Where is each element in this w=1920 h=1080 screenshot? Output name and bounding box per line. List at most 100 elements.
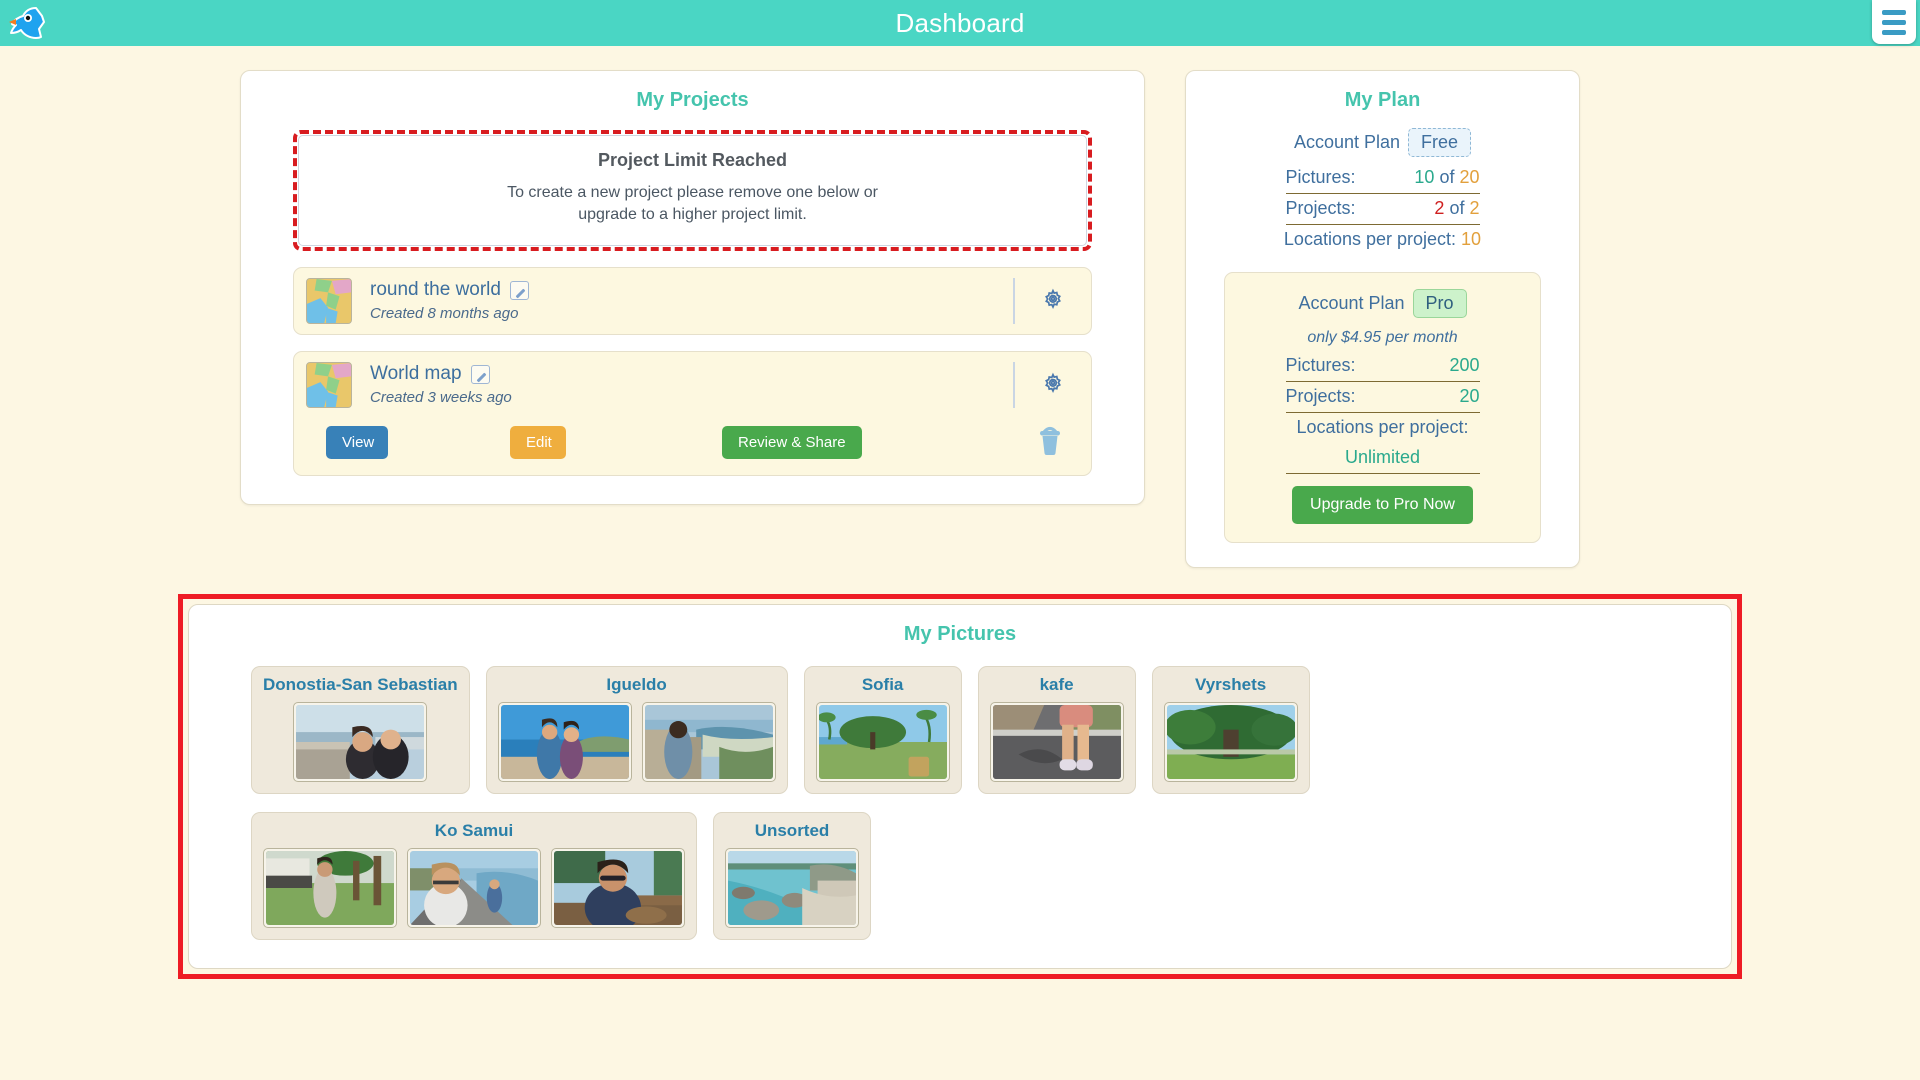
hamburger-menu-icon[interactable] — [1872, 0, 1916, 44]
pictures-row-2: Ko Samui Unsorted — [189, 794, 1731, 940]
picture-thumbnail[interactable] — [263, 848, 397, 928]
picture-thumbnail[interactable] — [293, 702, 428, 782]
project-info: round the world Created 8 months ago — [370, 279, 1013, 322]
picture-thumbnail[interactable] — [989, 702, 1124, 782]
free-pictures-label: Pictures: — [1285, 167, 1356, 187]
picture-group-title[interactable]: Sofia — [862, 675, 904, 695]
bird-logo-icon[interactable] — [6, 2, 52, 48]
my-plan-title: My Plan — [1344, 89, 1421, 111]
picture-group-title[interactable]: Igueldo — [606, 675, 666, 695]
pro-locations-label: Locations per project: — [1296, 417, 1469, 437]
view-button[interactable]: View — [326, 425, 388, 459]
picture-group[interactable]: Ko Samui — [251, 812, 697, 940]
pictures-row-1: Donostia-San Sebastian Igueldo Sofia kaf… — [189, 656, 1731, 794]
picture-group-title[interactable]: Vyrshets — [1195, 675, 1266, 695]
pro-account-plan-row: Account Plan Pro — [1225, 283, 1540, 324]
picture-thumbnails — [815, 702, 950, 782]
project-row[interactable]: World map Created 3 weeks ago — [294, 352, 1091, 418]
pencil-edit-icon[interactable] — [470, 364, 490, 384]
picture-thumbnails — [1163, 702, 1298, 782]
review-share-button[interactable]: Review & Share — [722, 425, 862, 459]
free-projects-value: 2 of 2 — [1434, 198, 1479, 219]
my-pictures-highlight-frame: My Pictures Donostia-San Sebastian Iguel… — [178, 594, 1742, 979]
pro-locations-value: Unlimited — [1344, 447, 1421, 467]
upgrade-to-pro-button[interactable]: Upgrade to Pro Now — [1292, 486, 1473, 524]
pro-projects-value: 20 — [1459, 386, 1480, 406]
project-name[interactable]: round the world — [370, 279, 501, 301]
free-projects-total: 2 — [1469, 198, 1480, 218]
gear-settings-icon[interactable] — [1013, 277, 1091, 324]
pro-pictures-value: 200 — [1449, 355, 1480, 375]
picture-group[interactable]: Sofia — [803, 666, 962, 794]
picture-thumbnails — [725, 848, 859, 928]
project-row[interactable]: round the world Created 8 months ago — [294, 268, 1091, 334]
pro-projects-label: Projects: — [1285, 386, 1356, 406]
free-account-plan-label: Account Plan — [1293, 132, 1401, 152]
free-projects-of: of — [1449, 198, 1465, 218]
my-projects-title: My Projects — [636, 89, 749, 111]
free-projects-row: Projects: 2 of 2 — [1285, 194, 1480, 225]
picture-group-title[interactable]: Ko Samui — [435, 821, 513, 841]
free-pictures-value: 10 of 20 — [1414, 167, 1479, 188]
project-item[interactable]: round the world Created 8 months ago — [293, 266, 1092, 335]
project-name-row: World map — [370, 363, 1013, 385]
picture-group[interactable]: kafe — [977, 666, 1136, 794]
project-limit-line-2: upgrade to a higher project limit. — [578, 206, 807, 224]
picture-group[interactable]: Unsorted — [713, 812, 871, 940]
free-locations-label: Locations per project: — [1283, 229, 1457, 249]
project-item[interactable]: World map Created 3 weeks ago View Edit … — [293, 350, 1092, 476]
menu-bar-2 — [1882, 19, 1906, 25]
free-pictures-row: Pictures: 10 of 20 — [1285, 163, 1480, 194]
project-name[interactable]: World map — [370, 363, 462, 385]
pencil-edit-icon[interactable] — [509, 280, 529, 300]
world-map-thumbnail[interactable] — [306, 361, 352, 408]
free-plan-chip[interactable]: Free — [1408, 128, 1472, 157]
picture-thumbnails — [293, 702, 428, 782]
pro-locations-label-row: Locations per project: — [1286, 413, 1480, 443]
free-pictures-used: 10 — [1414, 167, 1435, 187]
picture-group-title[interactable]: Donostia-San Sebastian — [263, 675, 458, 695]
pro-plan-chip[interactable]: Pro — [1412, 289, 1467, 318]
free-projects-used: 2 — [1434, 198, 1445, 218]
trash-delete-icon[interactable] — [1035, 424, 1065, 461]
picture-group[interactable]: Donostia-San Sebastian — [251, 666, 470, 794]
project-actions: View Edit Review & Share — [294, 418, 1091, 475]
world-map-thumbnail[interactable] — [306, 277, 352, 324]
pro-pictures-label: Pictures: — [1285, 355, 1356, 375]
picture-thumbnail[interactable] — [725, 848, 859, 928]
plan-column: My Plan Account Plan Free Pictures: 10 o… — [1185, 70, 1580, 568]
my-projects-panel: My Projects Project Limit Reached To cre… — [240, 70, 1145, 505]
picture-thumbnail[interactable] — [407, 848, 541, 928]
pro-account-plan-label: Account Plan — [1298, 293, 1405, 313]
my-plan-panel: My Plan Account Plan Free Pictures: 10 o… — [1185, 70, 1580, 568]
pro-locations-value-row: Unlimited — [1285, 443, 1480, 474]
free-account-plan-row: Account Plan Free — [1186, 122, 1579, 163]
picture-group[interactable]: Igueldo — [485, 666, 788, 794]
edit-button[interactable]: Edit — [510, 425, 566, 459]
menu-bar-1 — [1882, 9, 1906, 15]
pro-projects-row: Projects: 20 — [1285, 382, 1480, 413]
pro-price: only $4.95 per month — [1307, 329, 1458, 346]
gear-settings-icon[interactable] — [1013, 361, 1091, 408]
picture-group-title[interactable]: Unsorted — [755, 821, 830, 841]
free-pictures-of: of — [1439, 167, 1455, 187]
picture-group[interactable]: Vyrshets — [1151, 666, 1310, 794]
pro-plan-box: Account Plan Pro only $4.95 per month Pi… — [1224, 272, 1541, 543]
picture-thumbnail[interactable] — [641, 702, 776, 782]
picture-thumbnail[interactable] — [815, 702, 950, 782]
picture-thumbnail[interactable] — [497, 702, 632, 782]
free-pictures-total: 20 — [1459, 167, 1480, 187]
project-created-date: Created 3 weeks ago — [370, 389, 512, 407]
free-projects-label: Projects: — [1285, 198, 1356, 218]
picture-thumbnails — [497, 702, 776, 782]
project-limit-line-1: To create a new project please remove on… — [507, 184, 878, 201]
free-locations-value: 10 — [1461, 229, 1482, 249]
page-title: Dashboard — [895, 7, 1025, 38]
picture-group-title[interactable]: kafe — [1040, 675, 1074, 695]
app-header: Dashboard — [0, 0, 1920, 46]
free-locations-row: Locations per project: 10 — [1186, 225, 1579, 254]
my-pictures-title: My Pictures — [903, 623, 1017, 645]
picture-thumbnail[interactable] — [1163, 702, 1298, 782]
project-limit-title: Project Limit Reached — [597, 150, 788, 170]
picture-thumbnail[interactable] — [551, 848, 685, 928]
